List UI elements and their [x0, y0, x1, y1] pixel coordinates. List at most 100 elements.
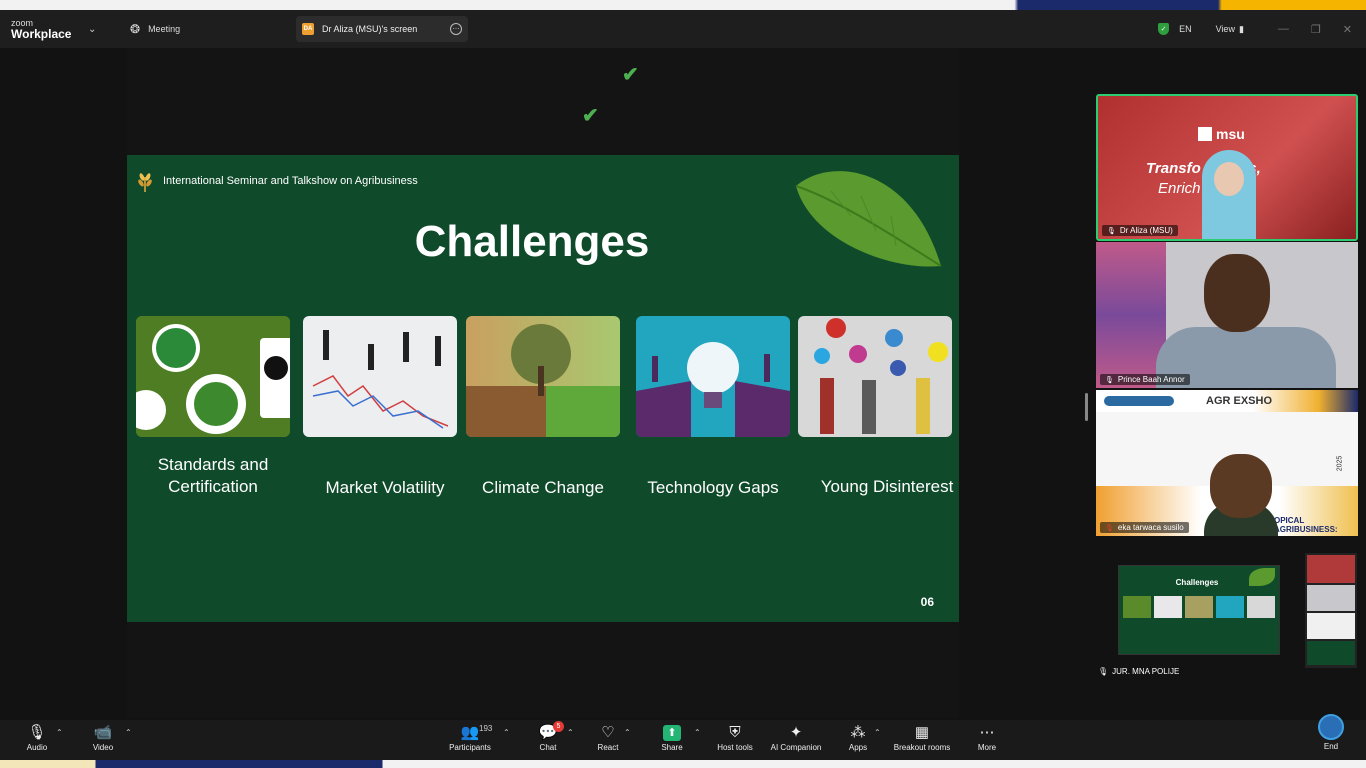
- participants-label: Participants: [449, 743, 491, 752]
- checkmark-icon: ✔: [622, 64, 639, 86]
- mini-participant-name: JUR. MNA POLIJE: [1112, 667, 1180, 676]
- video-camera-icon: 📹: [93, 724, 113, 741]
- language-label[interactable]: EN: [1179, 24, 1192, 34]
- presentation-slide: International Seminar and Talkshow on Ag…: [127, 155, 959, 622]
- mini-participant-name-tag: 🎙 JUR. MNA POLIJE: [1098, 667, 1179, 676]
- end-call-icon: [1318, 714, 1344, 740]
- minimize-icon[interactable]: —: [1278, 23, 1289, 36]
- heart-icon: ♡: [601, 724, 615, 741]
- top-window-strip: [0, 0, 1366, 10]
- msu-banner: msu: [1198, 126, 1245, 142]
- mini-video-strip[interactable]: [1305, 553, 1357, 668]
- end-button[interactable]: End: [1296, 714, 1366, 751]
- slide-header: International Seminar and Talkshow on Ag…: [135, 169, 418, 193]
- grid-icon: ▦: [914, 724, 930, 741]
- tab-meeting-label: Meeting: [148, 24, 181, 34]
- video-tile-dr-aliza[interactable]: msu Transfo g Lives, Enrich uture 🎙 Dr A…: [1096, 94, 1358, 241]
- restore-icon[interactable]: ❐: [1311, 23, 1321, 36]
- end-label: End: [1323, 742, 1339, 751]
- participants-icon: 👥: [460, 724, 480, 741]
- chevron-down-icon[interactable]: ⌄: [88, 24, 108, 35]
- mini-cards: [1123, 596, 1275, 618]
- apps-options-caret-icon[interactable]: ⌃: [874, 728, 881, 737]
- banner-brand: msu: [1216, 126, 1245, 142]
- mic-muted-icon: 🎙: [1105, 524, 1114, 532]
- host-tools-button[interactable]: ⛨ Host tools: [700, 723, 770, 752]
- checkmark-icon: ✔: [582, 105, 599, 127]
- participant-name-tag: 🎙 Dr Aliza (MSU): [1102, 225, 1178, 236]
- video-tile-prince[interactable]: 🎙 Prince Baah Annor: [1096, 242, 1358, 388]
- video-options-caret-icon[interactable]: ⌃: [125, 728, 132, 737]
- mini-share-thumbnail[interactable]: Challenges: [1118, 565, 1280, 655]
- view-layout-icon: ▮: [1238, 23, 1244, 34]
- more-options-icon[interactable]: ⋯: [450, 23, 462, 35]
- card-label-market: Market Volatility: [325, 478, 445, 497]
- react-label: React: [597, 743, 619, 752]
- apps-icon: ⁂: [850, 724, 866, 741]
- participant-name-tag: 🎙 eka tarwaca susilo: [1100, 522, 1189, 533]
- ai-companion-button[interactable]: ✦ AI Companion: [761, 723, 831, 752]
- leaf-image: [795, 171, 942, 267]
- event-brand: AGR EXSHO: [1206, 395, 1273, 407]
- more-button[interactable]: ⋯ More: [952, 723, 1022, 752]
- security-shield-icon[interactable]: ✓: [1158, 23, 1170, 35]
- audio-label: Audio: [26, 743, 48, 752]
- title-bar: zoom Workplace ⌄ ❂ Meeting DA Dr Aliza (…: [0, 10, 1366, 48]
- chat-label: Chat: [539, 743, 557, 752]
- participant-face: [1210, 454, 1272, 518]
- apps-button[interactable]: ⁂ Apps: [823, 723, 893, 752]
- participant-face: [1204, 254, 1270, 332]
- close-icon[interactable]: ✕: [1343, 23, 1352, 36]
- wheat-logo-icon: [138, 173, 152, 192]
- card-image-climate: [466, 316, 620, 437]
- card-image-standards: [136, 316, 290, 437]
- more-dots-icon: ⋯: [979, 724, 995, 741]
- host-tools-label: Host tools: [717, 743, 753, 752]
- participants-count: 193: [479, 724, 493, 733]
- event-subtitle: OPICAL AGRIBUSINESS:: [1274, 516, 1338, 534]
- video-label: Video: [92, 743, 114, 752]
- video-tile-eka[interactable]: AGR EXSHO 2025 OPICAL AGRIBUSINESS: 🎙 ek…: [1096, 390, 1358, 536]
- participant-name-tag: 🎙 Prince Baah Annor: [1100, 374, 1190, 385]
- participants-options-caret-icon[interactable]: ⌃: [503, 728, 510, 737]
- view-button[interactable]: View ▮: [1216, 24, 1244, 35]
- mic-icon: 🎙: [1098, 667, 1109, 676]
- slide-header-text: International Seminar and Talkshow on Ag…: [163, 175, 418, 187]
- panel-resize-handle[interactable]: [1085, 393, 1088, 421]
- meeting-toolbar: 🎙 Audio ⌃ 📹 Video ⌃ 👥 193 Participants ⌃…: [0, 714, 1366, 760]
- card-label-climate: Climate Change: [482, 478, 604, 497]
- card-label-technology: Technology Gaps: [647, 478, 779, 497]
- breakout-rooms-button[interactable]: ▦ Breakout rooms: [887, 723, 957, 752]
- bottom-window-strip: [0, 760, 1366, 768]
- participants-button[interactable]: 👥 193 Participants: [435, 723, 505, 752]
- slide-page-number: 06: [920, 595, 934, 609]
- microphone-icon: 🎙: [27, 724, 47, 741]
- card-image-technology: [636, 316, 790, 437]
- ai-companion-label: AI Companion: [770, 743, 822, 752]
- sponsor-logos: [1104, 396, 1174, 406]
- participant-name: Prince Baah Annor: [1117, 375, 1185, 384]
- meeting-stage: ✔ ✔ International Seminar and Talkshow o…: [0, 48, 1366, 720]
- view-label: View: [1215, 24, 1235, 34]
- avatar-badge: DA: [302, 23, 314, 35]
- participant-name: eka tarwaca susilo: [1117, 523, 1184, 532]
- card-label-standards: Standards and Certification: [157, 455, 269, 496]
- participant-name: Dr Aliza (MSU): [1119, 226, 1173, 235]
- tab-shared-screen-label: Dr Aliza (MSU)'s screen: [322, 24, 418, 34]
- tab-shared-screen[interactable]: DA Dr Aliza (MSU)'s screen ⋯: [296, 16, 468, 42]
- sparkle-icon: ✦: [789, 724, 803, 741]
- react-options-caret-icon[interactable]: ⌃: [624, 728, 631, 737]
- shield-icon: ⛨: [729, 724, 741, 741]
- top-decor-band: [996, 0, 1366, 10]
- mic-icon: 🎙: [1105, 376, 1114, 384]
- react-button[interactable]: ♡ React: [573, 723, 643, 752]
- card-label-young: Young Disinterest: [820, 477, 954, 496]
- breakout-label: Breakout rooms: [893, 743, 951, 752]
- share-label: Share: [661, 743, 683, 752]
- tab-meeting[interactable]: ❂ Meeting: [118, 10, 296, 48]
- share-arrow-icon: ⬆: [663, 725, 681, 741]
- audio-options-caret-icon[interactable]: ⌃: [56, 728, 63, 737]
- card-image-young: [798, 316, 952, 437]
- more-label: More: [977, 743, 997, 752]
- card-image-market: [303, 316, 457, 437]
